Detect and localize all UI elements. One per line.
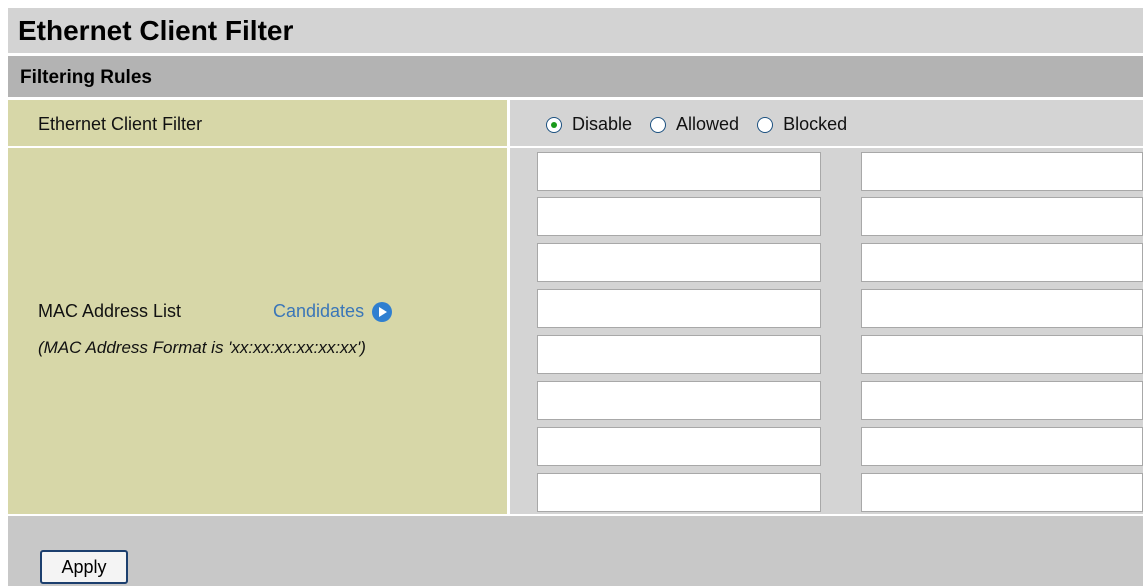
- mac-address-input[interactable]: [861, 335, 1143, 374]
- play-circle-icon[interactable]: [372, 301, 393, 322]
- apply-button[interactable]: Apply: [40, 550, 128, 584]
- section-header: Filtering Rules: [8, 56, 1143, 99]
- mac-address-input[interactable]: [861, 381, 1143, 420]
- mac-list-label-cell: MAC Address List Candidates (MAC Address…: [8, 148, 509, 514]
- candidates-link[interactable]: Candidates: [273, 301, 393, 322]
- filter-label-cell: Ethernet Client Filter: [8, 100, 509, 146]
- filter-options-cell: Disable Allowed Blocked: [510, 100, 1143, 146]
- mac-address-input[interactable]: [861, 473, 1143, 512]
- radio-allowed-label: Allowed: [676, 114, 740, 134]
- radio-blocked-label: Blocked: [783, 114, 848, 134]
- mac-address-input[interactable]: [537, 243, 821, 282]
- mac-address-input[interactable]: [537, 289, 821, 328]
- mac-list-fields-cell: [510, 148, 1143, 514]
- mac-address-input[interactable]: [537, 381, 821, 420]
- radio-blocked[interactable]: Blocked: [757, 114, 847, 135]
- mac-address-input[interactable]: [537, 197, 821, 236]
- title-bar: Ethernet Client Filter: [8, 8, 1143, 55]
- mac-address-input[interactable]: [861, 427, 1143, 466]
- filter-radio-group: Disable Allowed Blocked: [546, 114, 847, 135]
- radio-allowed-button[interactable]: [650, 116, 667, 133]
- mac-address-input[interactable]: [537, 473, 821, 512]
- mac-address-input[interactable]: [537, 427, 821, 466]
- mac-address-input[interactable]: [861, 197, 1143, 236]
- mac-format-hint: (MAC Address Format is 'xx:xx:xx:xx:xx:x…: [38, 338, 366, 357]
- page-title: Ethernet Client Filter: [18, 15, 294, 46]
- candidates-label[interactable]: Candidates: [273, 301, 364, 322]
- section-title: Filtering Rules: [20, 67, 152, 88]
- mac-address-input[interactable]: [537, 152, 821, 191]
- radio-disable-button[interactable]: [546, 116, 562, 133]
- radio-disable[interactable]: Disable: [546, 114, 632, 135]
- mac-address-input[interactable]: [861, 152, 1143, 191]
- mac-address-input[interactable]: [861, 289, 1143, 328]
- filter-label: Ethernet Client Filter: [38, 114, 203, 134]
- mac-address-input[interactable]: [861, 243, 1143, 282]
- action-bar: Apply: [8, 516, 1143, 586]
- mac-address-input[interactable]: [537, 335, 821, 374]
- radio-allowed[interactable]: Allowed: [650, 114, 739, 135]
- radio-disable-label: Disable: [572, 114, 633, 134]
- page: Ethernet Client Filter Filtering Rules E…: [0, 0, 1143, 586]
- radio-blocked-button[interactable]: [757, 116, 774, 133]
- mac-list-label: MAC Address List: [38, 301, 182, 321]
